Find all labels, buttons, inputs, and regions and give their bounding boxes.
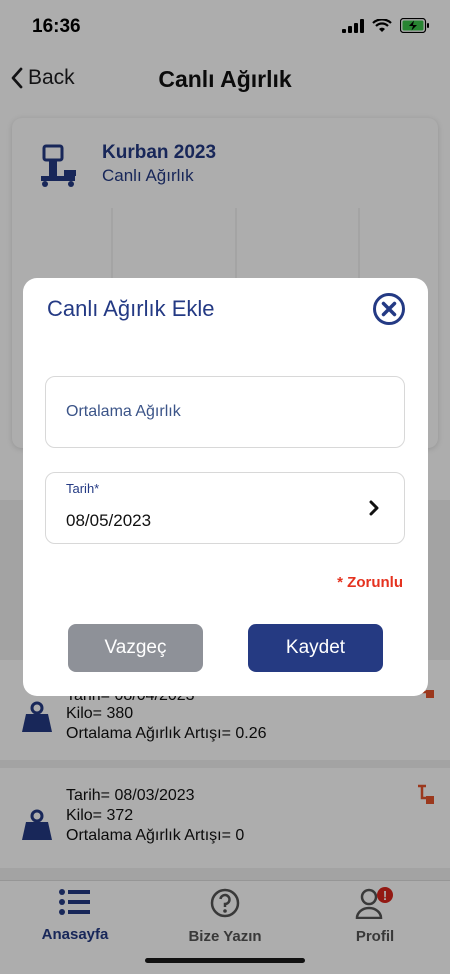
cancel-button[interactable]: Vazgeç: [68, 624, 203, 672]
average-weight-field[interactable]: [45, 376, 405, 448]
save-button[interactable]: Kaydet: [248, 624, 383, 672]
date-value: 08/05/2023: [66, 511, 152, 530]
required-note: * Zorunlu: [337, 574, 403, 591]
chevron-right-icon: [369, 500, 379, 516]
date-label: Tarih*: [66, 481, 100, 496]
add-weight-modal: Canlı Ağırlık Ekle Tarih* 08/05/2023 * Z…: [23, 278, 428, 696]
modal-title: Canlı Ağırlık Ekle: [47, 296, 215, 321]
date-picker[interactable]: Tarih* 08/05/2023: [45, 472, 405, 544]
average-weight-input[interactable]: [66, 399, 386, 425]
home-indicator: [145, 958, 305, 963]
close-icon[interactable]: [372, 292, 406, 326]
